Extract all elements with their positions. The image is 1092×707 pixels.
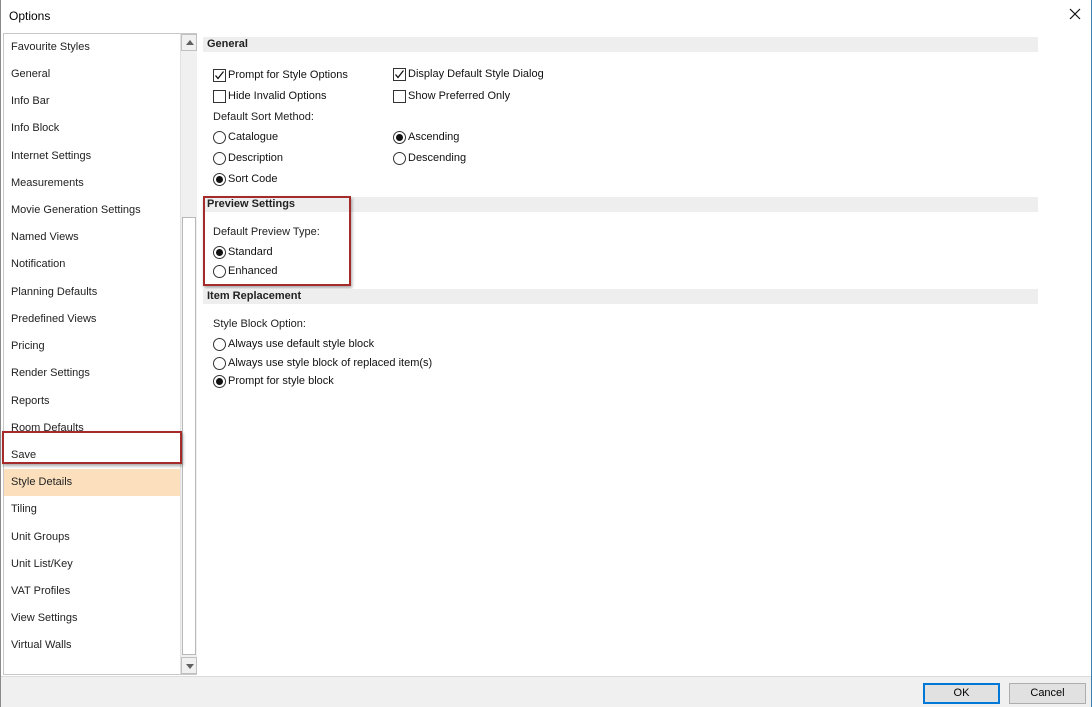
sort-catalogue-radio[interactable]: Catalogue [213,129,278,145]
descending-radio[interactable]: Descending [393,150,466,166]
preview-settings-highlight-box [203,196,351,286]
default-sort-method-label: Default Sort Method: [213,111,314,123]
radio-circle [393,151,406,165]
sidebar-item-notification[interactable]: Notification [4,251,180,278]
checkbox-label: Prompt for Style Options [228,69,348,81]
close-button[interactable] [1067,6,1083,24]
radio-label: Sort Code [228,173,278,185]
arrow-down-icon [186,664,194,669]
radio-dot [216,377,223,385]
radio-circle [393,130,406,144]
section-header-general: General [203,37,1038,52]
checkbox-box [393,67,406,81]
radio-label: Prompt for style block [228,375,334,387]
close-icon [1069,8,1081,20]
radio-circle [213,130,226,144]
title-bar: Options [1,0,1091,31]
sidebar-item-unit-groups[interactable]: Unit Groups [4,524,180,551]
radio-dot [396,133,403,141]
sidebar-item-info-bar[interactable]: Info Bar [4,88,180,115]
scroll-thumb[interactable] [182,217,196,655]
always-default-style-block-radio[interactable]: Always use default style block [213,336,374,352]
selection-highlight-box [2,431,182,464]
sidebar-item-movie-generation-settings[interactable]: Movie Generation Settings [4,197,180,224]
radio-dot [216,175,223,183]
sidebar-item-vat-profiles[interactable]: VAT Profiles [4,578,180,605]
checkbox-label: Hide Invalid Options [228,90,327,102]
options-dialog: Options Favourite Styles General Info Ba… [0,0,1092,707]
options-category-list[interactable]: Favourite Styles General Info Bar Info B… [3,33,197,675]
prompt-style-options-checkbox[interactable]: Prompt for Style Options [213,67,348,83]
section-header-item-replacement: Item Replacement [203,289,1038,304]
sidebar-item-info-block[interactable]: Info Block [4,115,180,142]
radio-label: Descending [408,152,467,164]
radio-label: Ascending [408,131,460,143]
ok-button[interactable]: OK [923,683,1000,704]
window-title: Options [9,9,51,23]
sidebar-item-tiling[interactable]: Tiling [4,496,180,523]
radio-circle [213,337,226,351]
sidebar-item-favourite-styles[interactable]: Favourite Styles [4,34,180,61]
checkbox-box [213,68,226,82]
radio-label: Description [228,152,284,164]
sidebar-item-general[interactable]: General [4,61,180,88]
prompt-style-block-radio[interactable]: Prompt for style block [213,373,334,389]
checkbox-label: Display Default Style Dialog [408,68,544,80]
sidebar-item-virtual-walls[interactable]: Virtual Walls [4,632,180,659]
sidebar-item-internet-settings[interactable]: Internet Settings [4,143,180,170]
radio-label: Always use default style block [228,338,375,350]
show-preferred-only-checkbox[interactable]: Show Preferred Only [393,88,510,104]
settings-panel: General Prompt for Style Options Display… [199,33,1089,675]
radio-circle [213,356,226,370]
sort-description-radio[interactable]: Description [213,150,283,166]
radio-circle [213,374,226,388]
checkbox-box [393,89,406,103]
sidebar-item-unit-list-key[interactable]: Unit List/Key [4,551,180,578]
sidebar-item-render-settings[interactable]: Render Settings [4,360,180,387]
checkmark-icon [215,70,225,80]
checkmark-icon [395,69,405,79]
arrow-up-icon [186,40,194,45]
dialog-footer: OK Cancel [1,676,1091,707]
sidebar-scrollbar[interactable] [180,34,197,674]
scroll-down-button[interactable] [181,657,197,674]
radio-label: Catalogue [228,131,279,143]
sidebar-item-predefined-views[interactable]: Predefined Views [4,306,180,333]
sidebar-item-style-details[interactable]: Style Details [4,469,180,496]
hide-invalid-options-checkbox[interactable]: Hide Invalid Options [213,88,326,104]
sort-code-radio[interactable]: Sort Code [213,171,278,187]
always-replaced-style-block-radio[interactable]: Always use style block of replaced item(… [213,355,432,371]
style-block-option-label: Style Block Option: [213,318,306,330]
checkbox-label: Show Preferred Only [408,90,511,102]
category-items: Favourite Styles General Info Bar Info B… [4,34,180,674]
sidebar-item-planning-defaults[interactable]: Planning Defaults [4,279,180,306]
radio-circle [213,172,226,186]
ascending-radio[interactable]: Ascending [393,129,459,145]
cancel-button[interactable]: Cancel [1009,683,1086,704]
sidebar-item-pricing[interactable]: Pricing [4,333,180,360]
scroll-up-button[interactable] [181,34,197,51]
sidebar-item-named-views[interactable]: Named Views [4,224,180,251]
display-default-style-dialog-checkbox[interactable]: Display Default Style Dialog [393,66,544,82]
radio-circle [213,151,226,165]
sidebar-item-view-settings[interactable]: View Settings [4,605,180,632]
sidebar-item-measurements[interactable]: Measurements [4,170,180,197]
radio-label: Always use style block of replaced item(… [228,357,433,369]
checkbox-box [213,89,226,103]
sidebar-item-reports[interactable]: Reports [4,388,180,415]
